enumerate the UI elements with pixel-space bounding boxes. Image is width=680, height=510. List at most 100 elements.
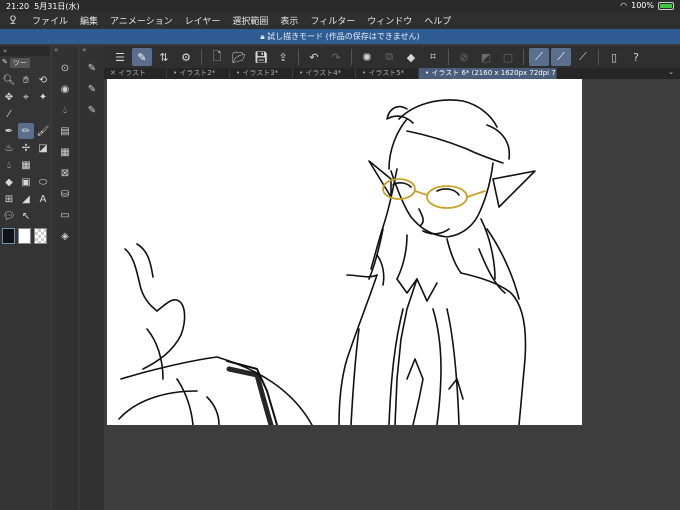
figure-icon[interactable]: ⬭: [35, 174, 51, 190]
tab-illust-4[interactable]: • イラスト4*: [293, 68, 356, 79]
pencil-icon[interactable]: ✏: [18, 123, 34, 139]
app-logo-icon[interactable]: ꝿ: [0, 13, 26, 28]
color-drop-icon[interactable]: 💧︎: [55, 101, 75, 119]
menu-animation[interactable]: アニメーション: [104, 14, 179, 27]
drawing-canvas[interactable]: [107, 79, 582, 425]
menu-layer[interactable]: レイヤー: [179, 14, 227, 27]
ruler-icon[interactable]: ◢: [18, 191, 34, 207]
phone-icon[interactable]: ▯: [604, 48, 624, 66]
blend-icon[interactable]: 💧︎: [1, 157, 17, 173]
menu-view[interactable]: 表示: [274, 14, 304, 27]
crop-icon[interactable]: ⌗: [423, 48, 443, 66]
navigator-icon[interactable]: ⊙: [55, 59, 75, 77]
status-bar: 21:20 5月31日(水) ◠ 100%: [0, 0, 680, 12]
magic-wand-icon[interactable]: ✦: [35, 89, 51, 105]
panel-collapse-header[interactable]: «: [0, 46, 50, 56]
line-art-illustration: [118, 99, 536, 425]
export-icon[interactable]: ⇪: [273, 48, 293, 66]
open-folder-icon[interactable]: 📂︎: [229, 48, 249, 66]
settings-icon[interactable]: ⚙: [176, 48, 196, 66]
battery-icon: [658, 1, 674, 10]
copy-icon[interactable]: ⧉: [379, 48, 399, 66]
chevron-down-icon[interactable]: ⌄: [668, 68, 680, 79]
transparent-color-swatch[interactable]: [34, 228, 47, 244]
select-layer-icon[interactable]: ▢: [498, 48, 518, 66]
airbrush-icon[interactable]: ♨: [1, 140, 17, 156]
clock: 21:20: [6, 2, 30, 11]
brush-size-icon[interactable]: ✎: [82, 59, 102, 77]
panel-collapse-header[interactable]: «: [80, 46, 104, 56]
menu-edit[interactable]: 編集: [74, 14, 104, 27]
grid-icon[interactable]: ▦: [18, 157, 34, 173]
sub-tool-panel: « ⊙ ◉ 💧︎ ▤ ▦ ⊠ ⛁ ▭ ◈: [52, 46, 78, 510]
new-file-icon[interactable]: 🗋︎: [207, 48, 227, 66]
menu-window[interactable]: ウィンドウ: [361, 14, 418, 27]
side-panel: « ✎ ✎ ✎: [80, 46, 104, 510]
document-tabs: ✕ イラスト • イラスト2* • イラスト3* • イラスト4* • イラスト…: [104, 68, 680, 79]
material-icon[interactable]: ⊠: [55, 164, 75, 182]
menu-icon[interactable]: ☰: [110, 48, 130, 66]
panel-collapse-header[interactable]: «: [52, 46, 78, 56]
menu-bar: ꝿ ファイル 編集 アニメーション レイヤー 選択範囲 表示 フィルター ウィン…: [0, 12, 680, 29]
redo-icon[interactable]: ↷: [326, 48, 346, 66]
main-color-swatch[interactable]: [2, 228, 15, 244]
tool-tab[interactable]: ツー: [9, 58, 30, 68]
loading-icon[interactable]: ✺: [357, 48, 377, 66]
invert-selection-icon[interactable]: ◩: [476, 48, 496, 66]
menu-filter[interactable]: フィルター: [304, 14, 361, 27]
edit-icon[interactable]: ✎: [132, 48, 152, 66]
snap-grid-icon[interactable]: ⟋: [573, 48, 593, 66]
lock-icon: 🔒︎: [260, 32, 265, 41]
color-set-icon[interactable]: ▤: [55, 122, 75, 140]
save-icon[interactable]: 💾︎: [251, 48, 271, 66]
frame-icon[interactable]: ⊞: [1, 191, 17, 207]
brush-icon[interactable]: 🖌︎: [35, 123, 51, 139]
text-icon[interactable]: A: [35, 191, 51, 207]
fill-icon[interactable]: ◆: [1, 174, 17, 190]
brush-size-alt-icon[interactable]: ✎: [82, 80, 102, 98]
tab-illust-3[interactable]: • イラスト3*: [230, 68, 293, 79]
wifi-icon: ◠: [620, 1, 628, 10]
tool-panel: « ✎ ツー 🔍︎ ✋︎ ⟲ ✥ ⌖ ✦ ⁄ ✒ ✏ 🖌︎ ♨ ✢ ◪ 💧︎ ▦…: [0, 46, 50, 510]
snap-special-ruler-icon[interactable]: ⟋: [551, 48, 571, 66]
move-icon[interactable]: ✥: [1, 89, 17, 105]
color-wheel-icon[interactable]: ◉: [55, 80, 75, 98]
pipette-icon[interactable]: ⁄: [1, 106, 17, 122]
canvas-area[interactable]: [104, 79, 680, 510]
date: 5月31日(水): [34, 2, 80, 11]
help-icon[interactable]: ?: [626, 48, 646, 66]
tab-illust-5[interactable]: • イラスト5*: [356, 68, 419, 79]
eyedropper-icon[interactable]: ⌖: [18, 89, 34, 105]
banner-text: 試し描きモード (作品の保存はできません): [267, 32, 420, 41]
sub-color-swatch[interactable]: [18, 228, 31, 244]
undo-icon[interactable]: ↶: [304, 48, 324, 66]
balloon-icon[interactable]: 💬︎: [1, 208, 17, 224]
rotate-icon[interactable]: ⟲: [35, 72, 51, 88]
layers-icon[interactable]: ◈: [55, 227, 75, 245]
gradient-icon[interactable]: ▣: [18, 174, 34, 190]
menu-selection[interactable]: 選択範囲: [226, 14, 274, 27]
pen-icon[interactable]: ✒: [1, 123, 17, 139]
tab-illust-6[interactable]: • イラスト 6* (2160 x 1620px 72dpi 72.4%): [419, 68, 557, 79]
zoom-icon[interactable]: 🔍︎: [1, 72, 17, 88]
layer-property-icon[interactable]: ⛁: [55, 185, 75, 203]
tab-illust-2[interactable]: • イラスト2*: [167, 68, 230, 79]
tab-illust-1[interactable]: ✕ イラスト: [104, 68, 167, 79]
menu-help[interactable]: ヘルプ: [418, 14, 457, 27]
trial-mode-banner: 🔒︎ 試し描きモード (作品の保存はできません): [0, 29, 680, 44]
decoration-icon[interactable]: ✢: [18, 140, 34, 156]
layer-search-icon[interactable]: ▭: [55, 206, 75, 224]
fill-bucket-icon[interactable]: ◆: [401, 48, 421, 66]
flip-icon[interactable]: ⇅: [154, 48, 174, 66]
hand-icon[interactable]: ✋︎: [18, 72, 34, 88]
battery-level: 100%: [631, 1, 654, 10]
command-toolbar: ☰ ✎ ⇅ ⚙ 🗋︎ 📂︎ 💾︎ ⇪ ↶ ↷ ✺ ⧉ ◆ ⌗ ⊘ ◩ ▢ ⟋ ⟋…: [104, 46, 680, 68]
pen-tab-icon[interactable]: ✎: [2, 58, 8, 68]
correct-line-icon[interactable]: ↖: [18, 208, 34, 224]
menu-file[interactable]: ファイル: [26, 14, 74, 27]
brush-settings-icon[interactable]: ✎: [82, 101, 102, 119]
history-icon[interactable]: ▦: [55, 143, 75, 161]
snap-ruler-icon[interactable]: ⟋: [529, 48, 549, 66]
select-none-icon[interactable]: ⊘: [454, 48, 474, 66]
eraser-icon[interactable]: ◪: [35, 140, 51, 156]
